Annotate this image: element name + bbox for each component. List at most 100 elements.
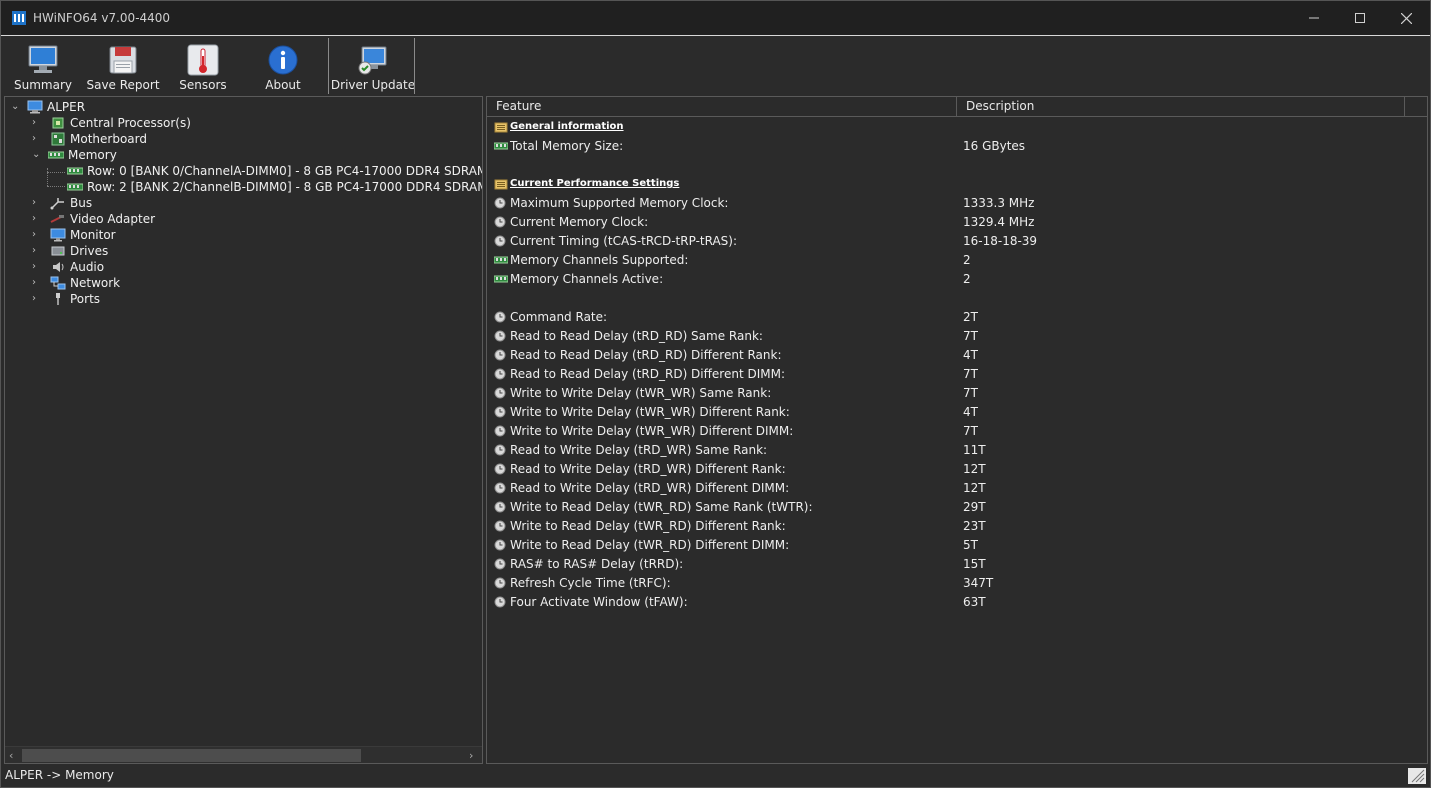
feature-value: 7T <box>963 424 978 438</box>
tree-item-label: Monitor <box>70 228 116 242</box>
chevron-right-icon[interactable]: › <box>32 198 42 208</box>
clock-icon <box>494 216 506 228</box>
drives-icon <box>51 246 65 256</box>
feature-label: Four Activate Window (tFAW): <box>510 595 688 609</box>
about-button[interactable]: About <box>261 36 305 95</box>
section-header-row[interactable]: General information <box>487 118 1407 137</box>
tree-item-label: Drives <box>70 244 109 258</box>
detail-row[interactable]: Write to Write Delay (tWR_WR) Different … <box>487 403 1407 422</box>
chevron-right-icon[interactable]: › <box>32 294 42 304</box>
tree-root-alper[interactable]: ⌄ ALPER <box>11 99 85 115</box>
chevron-right-icon[interactable]: › <box>32 134 42 144</box>
detail-row[interactable]: Four Activate Window (tFAW): 63T <box>487 593 1407 612</box>
clock-icon <box>494 444 506 456</box>
chevron-right-icon[interactable]: › <box>32 118 42 128</box>
detail-row[interactable]: Read to Write Delay (tRD_WR) Same Rank: 1… <box>487 441 1407 460</box>
chevron-right-icon[interactable]: › <box>32 230 42 240</box>
tree-item-label: Video Adapter <box>70 212 156 226</box>
feature-column-header[interactable]: Feature <box>487 97 957 117</box>
tree-item-ports[interactable]: › Ports <box>32 291 100 307</box>
detail-row[interactable]: Write to Read Delay (tWR_RD) Different R… <box>487 517 1407 536</box>
detail-row[interactable]: Maximum Supported Memory Clock: 1333.3 MH… <box>487 194 1407 213</box>
scroll-left-icon[interactable]: ‹ <box>9 749 13 762</box>
detail-row[interactable]: Read to Read Delay (tRD_RD) Different Ra… <box>487 346 1407 365</box>
clock-icon <box>494 558 506 570</box>
clock-icon <box>494 330 506 342</box>
memory-module-icon <box>67 167 83 175</box>
detail-row[interactable]: Read to Write Delay (tRD_WR) Different R… <box>487 460 1407 479</box>
clock-icon <box>494 406 506 418</box>
detail-row[interactable]: Read to Read Delay (tRD_RD) Different DI… <box>487 365 1407 384</box>
ports-icon <box>56 293 60 305</box>
tree-item-label: Audio <box>70 260 105 274</box>
clock-icon <box>494 368 506 380</box>
memory-module-icon <box>67 183 83 191</box>
thermometer-icon <box>187 44 219 76</box>
status-bar: ALPER -> Memory <box>1 765 1430 787</box>
tree-item-monitor[interactable]: › Monitor <box>32 227 116 243</box>
tree-item-memory[interactable]: ⌄ Memory <box>32 147 117 163</box>
tree-guide-line <box>47 186 65 187</box>
minimize-button[interactable] <box>1291 1 1337 35</box>
tree-item-memory-row-2[interactable]: Row: 2 [BANK 2/ChannelB-DIMM0] - 8 GB PC… <box>67 179 482 195</box>
summary-button[interactable]: Summary <box>14 36 72 95</box>
chevron-right-icon[interactable]: › <box>32 278 42 288</box>
tree-item-video-adapter[interactable]: › Video Adapter <box>32 211 155 227</box>
video-adapter-icon <box>50 215 64 223</box>
tree-item-drives[interactable]: › Drives <box>32 243 108 259</box>
detail-row[interactable]: Memory Channels Supported: 2 <box>487 251 1407 270</box>
detail-row[interactable]: Command Rate: 2T <box>487 308 1407 327</box>
feature-value: 15T <box>963 557 986 571</box>
detail-panel: Feature Description General information T… <box>486 96 1428 764</box>
detail-row[interactable]: Memory Channels Active: 2 <box>487 270 1407 289</box>
maximize-icon <box>1355 13 1365 23</box>
description-column-header[interactable]: Description <box>957 97 1405 117</box>
detail-row[interactable]: Write to Read Delay (tWR_RD) Same Rank (… <box>487 498 1407 517</box>
save-report-label: Save Report <box>86 78 160 92</box>
detail-row[interactable]: Read to Read Delay (tRD_RD) Same Rank: 7T <box>487 327 1407 346</box>
tree-item-label: Network <box>70 276 121 290</box>
clock-icon <box>494 311 506 323</box>
chevron-down-icon[interactable]: ⌄ <box>32 150 42 160</box>
section-header-row[interactable]: Current Performance Settings <box>487 175 1407 194</box>
detail-row[interactable]: Read to Write Delay (tRD_WR) Different D… <box>487 479 1407 498</box>
detail-row[interactable]: Total Memory Size: 16 GBytes <box>487 137 1407 156</box>
chevron-right-icon[interactable]: › <box>32 246 42 256</box>
about-label: About <box>265 78 301 92</box>
close-button[interactable] <box>1383 1 1429 35</box>
blank-row <box>487 289 1407 308</box>
tree-item-cpu[interactable]: › Central Processor(s) <box>32 115 191 131</box>
clock-icon <box>494 482 506 494</box>
detail-row[interactable]: Write to Read Delay (tWR_RD) Different D… <box>487 536 1407 555</box>
feature-value: 2 <box>963 272 971 286</box>
tree-item-audio[interactable]: › Audio <box>32 259 104 275</box>
tree-item-network[interactable]: › Network <box>32 275 120 291</box>
scrollbar-thumb[interactable] <box>22 749 361 762</box>
tree-horizontal-scrollbar[interactable]: ‹ › <box>5 746 482 763</box>
tree-guide-line <box>47 172 65 173</box>
feature-value: 7T <box>963 386 978 400</box>
tree-item-memory-row-0[interactable]: Row: 0 [BANK 0/ChannelA-DIMM0] - 8 GB PC… <box>67 163 482 179</box>
tree-item-bus[interactable]: › Bus <box>32 195 92 211</box>
detail-row[interactable]: RAS# to RAS# Delay (tRRD): 15T <box>487 555 1407 574</box>
tree-item-label: Memory <box>68 148 117 162</box>
feature-value: 2 <box>963 253 971 267</box>
chevron-down-icon[interactable]: ⌄ <box>11 102 21 112</box>
detail-row[interactable]: Refresh Cycle Time (tRFC): 347T <box>487 574 1407 593</box>
detail-row[interactable]: Write to Write Delay (tWR_WR) Same Rank:… <box>487 384 1407 403</box>
chevron-right-icon[interactable]: › <box>32 214 42 224</box>
resize-grip-icon[interactable] <box>1408 768 1426 784</box>
detail-row[interactable]: Write to Write Delay (tWR_WR) Different … <box>487 422 1407 441</box>
driver-update-button[interactable]: Driver Update <box>331 36 415 95</box>
save-report-button[interactable]: Save Report <box>86 36 160 95</box>
sensors-button[interactable]: Sensors <box>177 36 229 95</box>
cpu-icon <box>52 117 64 129</box>
tree-item-motherboard[interactable]: › Motherboard <box>32 131 147 147</box>
detail-row[interactable]: Current Memory Clock: 1329.4 MHz <box>487 213 1407 232</box>
scroll-right-icon[interactable]: › <box>469 749 473 762</box>
maximize-button[interactable] <box>1337 1 1383 35</box>
detail-row[interactable]: Current Timing (tCAS-tRCD-tRP-tRAS): 16-1… <box>487 232 1407 251</box>
feature-value: 2T <box>963 310 978 324</box>
chevron-right-icon[interactable]: › <box>32 262 42 272</box>
section-folder-icon <box>494 179 508 190</box>
